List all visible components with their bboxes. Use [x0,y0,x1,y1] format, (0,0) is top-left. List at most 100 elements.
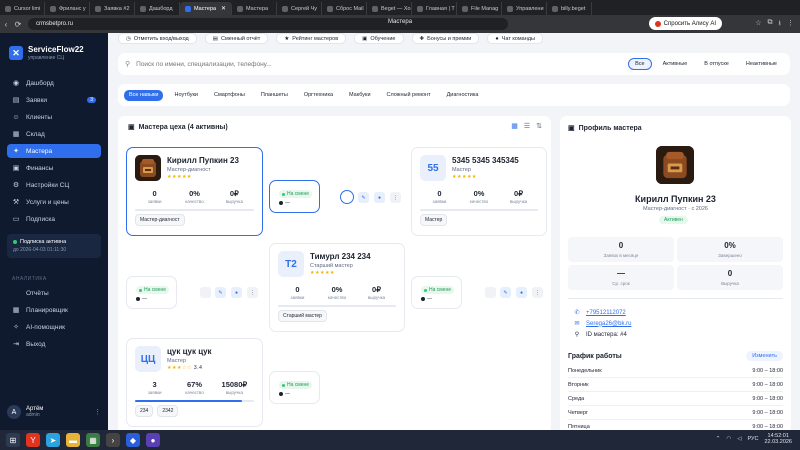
shift-report-button[interactable]: ▤ Сменный отчёт [204,33,269,44]
clock[interactable]: 14:52:01 22.03.2026 [764,433,792,445]
sidebar-item-clients[interactable]: ☺ Клиенты [7,110,101,124]
master-card[interactable]: Кирилл Пупкин 23 Мастер-диагност ★★★★★ 0… [126,147,263,236]
yandex-browser-icon[interactable]: Y [26,433,40,447]
sidebar-item-logout[interactable]: ⇥ Выход [7,337,101,351]
sidebar-item-warehouse[interactable]: ▦ Склад [7,127,101,141]
browser-tab[interactable]: Cursor limi [0,2,45,15]
sidebar-item-ai-assistant[interactable]: ✧ AI-помощник [7,320,101,334]
phone-link[interactable]: +79512112072 [586,310,626,316]
sidebar-item-planner[interactable]: ▦ Планировщик [7,303,101,317]
windows-start-icon[interactable]: ⊞ [6,433,20,447]
sidebar-item-finance[interactable]: ▣ Финансы [7,161,101,175]
filter-active[interactable]: Активные [657,58,694,70]
extensions-icon[interactable]: ⧉ [768,19,773,30]
edit-schedule-button[interactable]: Изменить [746,351,783,361]
check-in-button[interactable]: ◷ Отметить вход/выход [118,33,197,44]
progress-fill [135,400,243,402]
sidebar-item-services[interactable]: ⚒ Услуги и цены [7,195,101,209]
brand[interactable]: ✕ ServiceFlow22 управление СЦ [0,33,108,61]
edit-icon[interactable]: ✎ [358,192,369,203]
email-link[interactable]: Serega26@bk.ru [586,321,631,327]
download-icon[interactable]: ⭳ [779,19,781,30]
skill-chip[interactable]: Сложный ремонт [382,90,436,101]
browser-tab[interactable]: Мастера [232,2,277,15]
team-chat-button[interactable]: ● Чат команды [487,33,543,44]
brand-logo-icon: ✕ [9,46,23,60]
shift-status-card[interactable]: На смене — [269,371,320,404]
select-circle[interactable] [340,190,354,204]
back-icon[interactable]: ‹ [0,20,12,29]
more-icon[interactable]: ⋮ [247,287,258,298]
skill-chip[interactable]: Оргтехника [299,90,338,101]
ask-alice-button[interactable]: Спросить Алису AI [648,17,722,30]
browser-tab[interactable]: Заявка #2 [90,2,135,15]
terminal-icon[interactable]: › [106,433,120,447]
menu-icon[interactable]: ⋮ [787,19,794,30]
browser-tab[interactable]: Управлени [502,2,547,15]
url-field[interactable]: crmsbetpro.ru [28,18,508,30]
browser-tab-active[interactable]: Мастера ✕ [180,2,232,15]
current-user[interactable]: A Артём admin ⋮ [7,402,101,422]
bookmark-icon[interactable]: ☆ [755,19,761,30]
app-icon[interactable]: ▦ [86,433,100,447]
skill-chip[interactable]: Диагностика [442,90,484,101]
telegram-icon[interactable]: ➤ [46,433,60,447]
master-card[interactable]: 55 5345 5345 345345 Мастер ★★★★★ 0 заявки… [411,147,547,236]
select-box[interactable] [485,287,496,298]
sidebar-item-reports[interactable]: Отчёты [7,286,101,300]
sidebar-item-settings[interactable]: ⚙ Настройки СЦ [7,178,101,192]
master-card[interactable]: ЦЦ цук цук цук Мастер ★★★☆☆ 3.4 3 заявки 6… [126,338,263,427]
browser-tab[interactable]: Beget — Хо [367,2,412,15]
explorer-icon[interactable]: ▬ [66,433,80,447]
grid-view-icon[interactable]: ▦ [511,122,518,130]
skill-chip[interactable]: Макбуки [344,90,376,101]
filter-vacation[interactable]: В отпуске [698,58,735,70]
list-view-icon[interactable]: ☰ [524,122,530,130]
reload-icon[interactable]: ⟳ [12,20,24,29]
wifi-icon[interactable]: ◠ [726,436,731,442]
chevron-up-icon[interactable]: ⌃ [716,436,721,442]
message-icon[interactable]: ● [374,192,385,203]
search-input[interactable] [136,60,597,68]
sidebar-item-masters[interactable]: ✦ Мастера [7,144,101,158]
edit-icon[interactable]: ✎ [215,287,226,298]
skill-chip[interactable]: Смартфоны [209,90,250,101]
gift-icon: ✚ [419,35,425,42]
skill-chip-all[interactable]: Все навыки [124,89,164,101]
sidebar-item-dashboard[interactable]: ◉ Дашборд [7,76,101,90]
message-icon[interactable]: ● [231,287,242,298]
select-box[interactable] [200,287,211,298]
more-icon[interactable]: ⋮ [532,287,543,298]
more-icon[interactable]: ⋮ [94,408,101,416]
sort-icon[interactable]: ⇅ [536,122,542,130]
close-tab-icon[interactable]: ✕ [221,5,226,12]
browser-tab[interactable]: Дашборд [135,2,180,15]
master-card[interactable]: Т2 Тимурл 234 234 Старший мастер ★★★★★ 0… [269,243,405,332]
filter-all[interactable]: Все [628,58,652,70]
sidebar-item-subscription[interactable]: ▭ Подписка [7,212,101,226]
edit-icon[interactable]: ✎ [500,287,511,298]
browser-tab[interactable]: Сброс Mail [322,2,367,15]
browser-tab[interactable]: billy.beget [547,2,592,15]
bonuses-button[interactable]: ✚ Бонусы и премии [411,33,480,44]
skill-chip[interactable]: Планшеты [256,90,293,101]
sidebar-item-tickets[interactable]: ▤ Заявки 3 [7,93,101,107]
browser-tab[interactable]: File Manag [457,2,502,15]
browser-tab[interactable]: Главная | Т [412,2,457,15]
shift-status-card[interactable]: На смене — [411,276,462,309]
tab-favicon-icon [462,5,468,12]
language-indicator[interactable]: РУС [747,436,758,442]
shift-status-card[interactable]: На смене — [269,180,320,213]
browser-tab[interactable]: Сергей Чу [277,2,322,15]
code-editor-icon[interactable]: ◆ [126,433,140,447]
browser-tab[interactable]: Фриланс у [45,2,90,15]
skill-chip[interactable]: Ноутбуки [169,90,203,101]
more-icon[interactable]: ⋮ [390,192,401,203]
app-icon[interactable]: ● [146,433,160,447]
rating-button[interactable]: ★ Рейтинг мастеров [276,33,347,44]
message-icon[interactable]: ● [516,287,527,298]
filter-inactive[interactable]: Неактивные [740,58,783,70]
training-button[interactable]: ▣ Обучение [354,33,404,44]
speaker-icon[interactable]: ◁ [737,436,741,442]
shift-status-card[interactable]: На смене — [126,276,177,309]
